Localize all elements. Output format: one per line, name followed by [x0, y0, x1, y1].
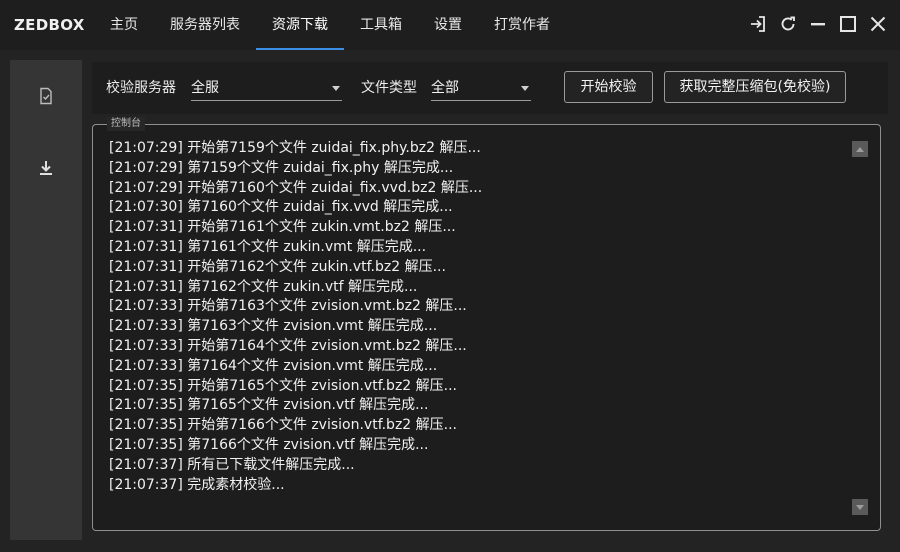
start-verify-button[interactable]: 开始校验 — [564, 71, 653, 103]
console-log-line: [21:07:29] 开始第7159个文件 zuidai_fix.phy.bz2… — [109, 140, 481, 156]
title-bar: ZEDBOX 主页 服务器列表 资源下载 工具箱 设置 打赏作者 — [0, 0, 900, 50]
scroll-down-arrow-icon[interactable] — [852, 499, 868, 515]
minimize-icon — [811, 23, 825, 26]
console-log-line: [21:07:31] 第7162个文件 zukin.vtf 解压完成... — [109, 278, 418, 295]
console-log-line: [21:07:30] 第7160个文件 zuidai_fix.vvd 解压完成.… — [109, 199, 453, 216]
maximize-icon — [840, 16, 856, 32]
console-log-line: [21:07:37] 完成素材校验... — [109, 476, 285, 493]
minimize-button[interactable] — [806, 12, 830, 36]
tab-settings[interactable]: 设置 — [418, 0, 478, 50]
get-full-package-button[interactable]: 获取完整压缩包(免校验) — [664, 71, 846, 103]
main-nav: 主页 服务器列表 资源下载 工具箱 设置 打赏作者 — [94, 0, 566, 50]
sidebar — [10, 60, 82, 540]
refresh-button[interactable] — [776, 12, 800, 36]
console-log-line: [21:07:29] 开始第7160个文件 zuidai_fix.vvd.bz2… — [109, 179, 483, 196]
console-log-line: [21:07:35] 第7166个文件 zvision.vtf 解压完成... — [109, 436, 429, 453]
file-type-select[interactable]: 全部 — [431, 76, 531, 101]
app-brand: ZEDBOX — [14, 16, 85, 34]
chevron-down-icon — [521, 86, 529, 91]
console-log-line: [21:07:33] 开始第7163个文件 zvision.vmt.bz2 解压… — [109, 298, 467, 315]
sidebar-item-download[interactable] — [10, 132, 82, 204]
console-log-line: [21:07:35] 开始第7165个文件 zvision.vtf.bz2 解压… — [109, 377, 458, 394]
console-log-line: [21:07:31] 开始第7162个文件 zukin.vtf.bz2 解压..… — [109, 258, 446, 275]
window-controls — [746, 12, 890, 36]
console-log-line: [21:07:31] 第7161个文件 zukin.vmt 解压完成... — [109, 238, 427, 255]
server-select-value: 全服 — [191, 80, 219, 96]
chevron-down-icon — [332, 86, 340, 91]
login-icon — [751, 16, 765, 32]
console-log-line: [21:07:33] 第7163个文件 zvision.vmt 解压完成... — [109, 318, 438, 335]
server-select[interactable]: 全服 — [191, 76, 342, 101]
verify-toolbar: 校验服务器 全服 文件类型 全部 开始校验 获取完整压缩包(免校验) — [92, 62, 888, 114]
file-type-select-value: 全部 — [431, 80, 459, 96]
console-log-line: [21:07:35] 第7165个文件 zvision.vtf 解压完成... — [109, 397, 429, 414]
tab-server-list[interactable]: 服务器列表 — [154, 0, 256, 50]
close-button[interactable] — [866, 12, 890, 36]
scroll-up-arrow-icon[interactable] — [852, 141, 868, 157]
console-log-line: [21:07:35] 开始第7166个文件 zvision.vtf.bz2 解压… — [109, 417, 458, 434]
file-type-label: 文件类型 — [361, 80, 417, 96]
document-check-icon — [40, 87, 52, 105]
console-panel: 控制台 [21:07:29] 开始第7159个文件 zuidai_fix.phy… — [92, 117, 881, 531]
tab-donate[interactable]: 打赏作者 — [478, 0, 566, 50]
server-label: 校验服务器 — [106, 80, 176, 96]
sidebar-item-verify[interactable] — [10, 60, 82, 132]
close-icon — [870, 16, 886, 32]
tab-resource-download[interactable]: 资源下载 — [256, 0, 344, 50]
console-log: [21:07:29] 开始第7159个文件 zuidai_fix.phy.bz2… — [109, 139, 849, 495]
tab-home[interactable]: 主页 — [94, 0, 154, 50]
console-title: 控制台 — [107, 117, 145, 131]
maximize-button[interactable] — [836, 12, 860, 36]
tab-toolbox[interactable]: 工具箱 — [344, 0, 418, 50]
login-button[interactable] — [746, 12, 770, 36]
console-log-line: [21:07:33] 第7164个文件 zvision.vmt 解压完成... — [109, 357, 438, 374]
console-log-line: [21:07:37] 所有已下载文件解压完成... — [109, 456, 355, 473]
console-log-line: [21:07:29] 第7159个文件 zuidai_fix.phy 解压完成.… — [109, 159, 454, 176]
app-window: ZEDBOX 主页 服务器列表 资源下载 工具箱 设置 打赏作者 校验服务器 全… — [0, 0, 900, 552]
console-scrollbar[interactable] — [852, 141, 868, 515]
download-icon — [40, 161, 52, 175]
console-log-line: [21:07:33] 开始第7164个文件 zvision.vmt.bz2 解压… — [109, 337, 467, 354]
console-log-line: [21:07:31] 开始第7161个文件 zukin.vmt.bz2 解压..… — [109, 219, 456, 236]
refresh-icon — [781, 16, 795, 31]
